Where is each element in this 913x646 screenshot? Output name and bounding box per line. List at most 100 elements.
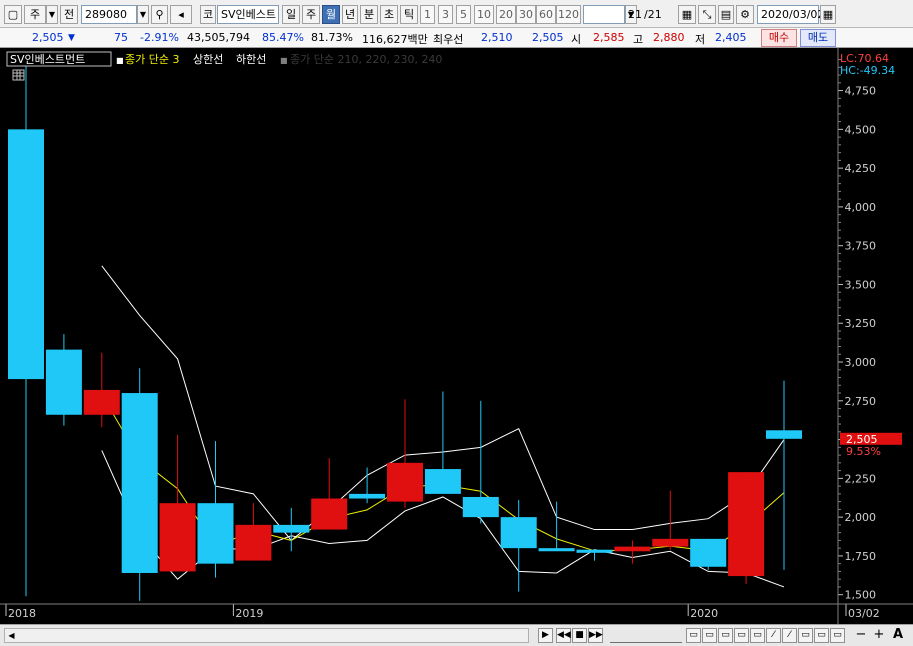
interval-tick[interactable]: 틱	[400, 5, 418, 24]
save-icon[interactable]: ▤	[718, 5, 734, 24]
num-3[interactable]: 3	[438, 5, 453, 24]
x-tick-label: 03/02	[848, 607, 880, 620]
tool-icon-1[interactable]: ▭	[686, 628, 701, 643]
candle-body	[690, 538, 727, 567]
tool-icon-6[interactable]: ▭	[798, 628, 813, 643]
horizontal-scrollbar[interactable]: ◀	[4, 628, 529, 643]
volume: 43,505,794	[187, 31, 250, 44]
candle-body	[387, 462, 423, 502]
best-price-label: 최우선	[433, 33, 464, 46]
change-percent: -2.91%	[140, 31, 179, 44]
trend-icon-1[interactable]: ⁄	[766, 628, 781, 643]
legend-stock-name: SV인베스트먼트	[10, 53, 85, 66]
y-tick-label: 1,500	[845, 589, 877, 602]
y-tick-label: 4,500	[845, 123, 877, 136]
high-label: 고	[633, 33, 644, 46]
window-icon[interactable]: ▢	[4, 5, 22, 24]
chart-bottom-bar: ◀ ▶ ◀◀ ■ ▶▶ ▭ ▭ ▭ ▭ ▭ ⁄ ⁄ ▭ ▭ ▭ − + A	[0, 624, 913, 646]
tool-icon-5[interactable]: ▭	[750, 628, 765, 643]
hc-label: HC:-49.34	[840, 64, 895, 77]
period-year[interactable]: 년	[342, 5, 358, 24]
candle-body	[273, 524, 310, 533]
rewind-icon[interactable]: ◀◀	[556, 628, 571, 643]
candle-body	[424, 469, 461, 494]
tool-icon-3[interactable]: ▭	[718, 628, 733, 643]
y-tick-label: 3,250	[845, 317, 877, 330]
period-day[interactable]: 일	[282, 5, 300, 24]
price-chart[interactable]: 1,5001,7502,0002,2502,5002,7503,0003,250…	[0, 48, 913, 624]
tool-icon-7[interactable]: ▭	[814, 628, 829, 643]
page-current: 21	[628, 8, 642, 21]
candle-body	[8, 129, 44, 380]
candle-body	[614, 546, 651, 552]
candle-body	[462, 496, 499, 518]
text-tool-button[interactable]: A	[891, 627, 905, 643]
y-tick-label: 2,000	[845, 511, 877, 524]
table-icon[interactable]	[12, 69, 25, 81]
code-dropdown-icon[interactable]: ▼	[137, 5, 149, 24]
num-60[interactable]: 60	[536, 5, 556, 24]
zoom-out-button[interactable]: −	[854, 627, 868, 643]
num-20[interactable]: 20	[496, 5, 516, 24]
candle-body	[235, 524, 272, 561]
y-tick-label: 2,250	[845, 472, 877, 485]
interval-minute[interactable]: 분	[360, 5, 378, 24]
x-tick-label: 2020	[690, 607, 718, 620]
zoom-in-button[interactable]: +	[872, 627, 886, 643]
trend-icon-2[interactable]: ⁄	[782, 628, 797, 643]
fast-forward-icon[interactable]: ▶▶	[588, 628, 603, 643]
low-price: 2,405	[715, 31, 747, 44]
gear-icon[interactable]: ⚙	[736, 5, 754, 24]
x-tick-label: 2018	[8, 607, 36, 620]
current-price: 2,505	[32, 31, 64, 44]
page-total: /21	[644, 8, 662, 21]
period-week[interactable]: 주	[302, 5, 320, 24]
num-1[interactable]: 1	[420, 5, 435, 24]
scroll-right-icon[interactable]: ▶	[538, 628, 553, 643]
y-tick-label: 4,750	[845, 85, 877, 98]
stock-name-field[interactable]: SV인베스트	[217, 5, 279, 24]
market-dropdown-icon[interactable]: ▼	[46, 5, 58, 24]
sell-button[interactable]: 매도	[800, 29, 836, 47]
zoom-slider[interactable]	[610, 629, 682, 643]
candle-body	[538, 548, 575, 552]
stock-code-input[interactable]: 289080	[81, 5, 137, 24]
candle-body	[349, 493, 386, 499]
market-select[interactable]: 주	[24, 5, 46, 24]
x-tick-label: 2019	[235, 607, 263, 620]
stop-icon[interactable]: ■	[572, 628, 587, 643]
search-icon[interactable]: ⚲	[151, 5, 168, 24]
legend-lower: 하한선	[236, 52, 266, 66]
ask-price: 2,510	[481, 31, 513, 44]
scroll-left-icon[interactable]: ◀	[5, 629, 18, 642]
num-120[interactable]: 120	[556, 5, 581, 24]
candle-body	[766, 430, 802, 439]
candle-body	[500, 517, 537, 549]
y-tick-label: 1,750	[845, 550, 877, 563]
buy-button[interactable]: 매수	[761, 29, 797, 47]
y-tick-label: 4,250	[845, 162, 877, 175]
open-price: 2,585	[593, 31, 625, 44]
candle-body	[45, 349, 82, 415]
chart-line-icon[interactable]: ⤡	[698, 5, 716, 24]
num-5[interactable]: 5	[456, 5, 471, 24]
candle-body	[576, 549, 613, 553]
period-month[interactable]: 월	[322, 5, 340, 24]
tool-icon-2[interactable]: ▭	[702, 628, 717, 643]
candle-body	[121, 393, 158, 573]
legend-extra-series: 종가 단순 210, 220, 230, 240	[290, 53, 442, 66]
y-tick-label: 2,750	[845, 395, 877, 408]
change-value: 75	[114, 31, 128, 44]
tool-icon-8[interactable]: ▭	[830, 628, 845, 643]
num-30[interactable]: 30	[516, 5, 536, 24]
calendar-icon[interactable]: ▦	[820, 5, 836, 24]
front-button[interactable]: 전	[60, 5, 78, 24]
high-price: 2,880	[653, 31, 685, 44]
date-input[interactable]: 2020/03/02	[757, 5, 824, 24]
tool-icon-4[interactable]: ▭	[734, 628, 749, 643]
last-percent-label: 9.53%	[846, 445, 881, 458]
interval-second[interactable]: 초	[380, 5, 398, 24]
speaker-icon[interactable]: ◂	[170, 5, 192, 24]
num-10[interactable]: 10	[474, 5, 494, 24]
grid-icon[interactable]: ▦	[678, 5, 696, 24]
